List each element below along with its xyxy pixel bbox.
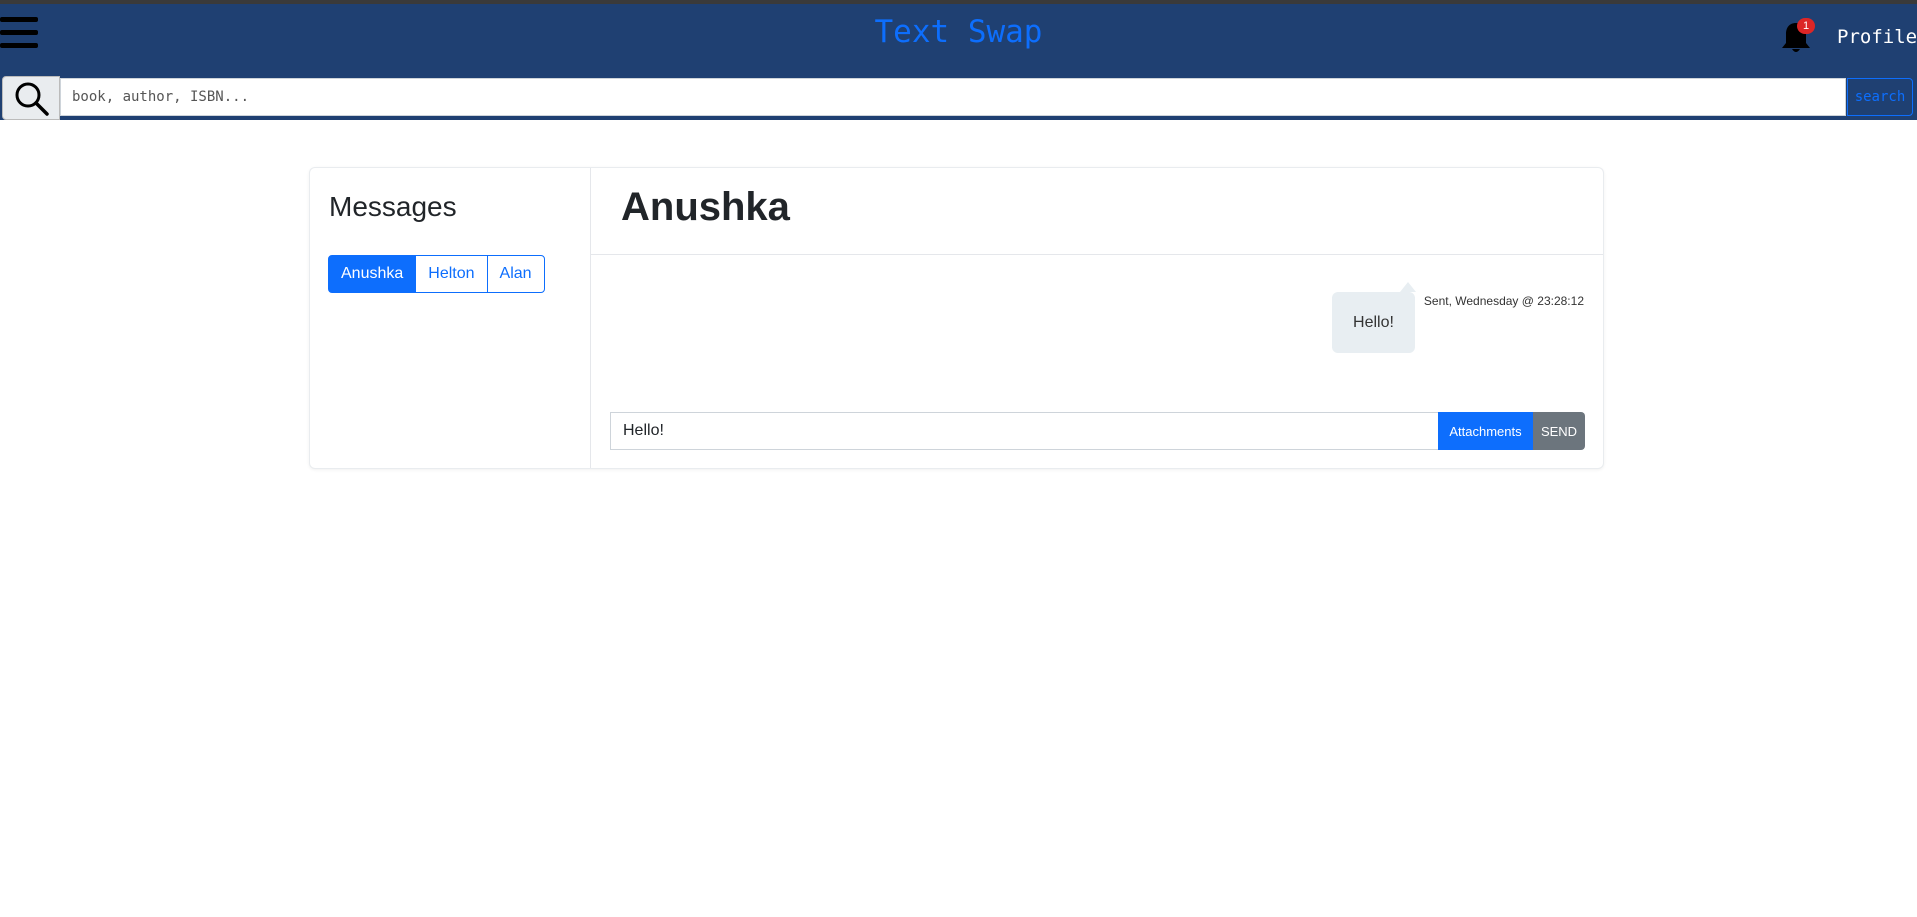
notification-bell[interactable]: 1: [1779, 18, 1815, 56]
messages-card: Messages Anushka Helton Alan Anushka Hel…: [309, 167, 1604, 469]
contact-list: Anushka Helton Alan: [328, 255, 545, 293]
search-submit-button[interactable]: search: [1847, 78, 1913, 116]
message-timestamp: Sent, Wednesday @ 23:28:12: [1423, 294, 1584, 308]
contact-helton[interactable]: Helton: [415, 255, 488, 293]
contact-alan[interactable]: Alan: [486, 255, 545, 293]
attachments-button[interactable]: Attachments: [1438, 412, 1533, 450]
contact-anushka[interactable]: Anushka: [328, 255, 417, 293]
messages-sidebar: Messages Anushka Helton Alan: [310, 168, 591, 468]
brand-title[interactable]: Text Swap: [875, 14, 1043, 50]
message-text: Hello!: [1353, 314, 1394, 331]
messages-heading: Messages: [329, 191, 457, 222]
chat-header: Anushka: [591, 168, 1603, 255]
search-bar: search: [0, 76, 1917, 120]
notification-badge: 1: [1797, 18, 1815, 34]
message-input[interactable]: [610, 412, 1438, 450]
top-navbar: Text Swap 1 Profile search: [0, 4, 1917, 120]
search-icon-button[interactable]: [2, 76, 60, 120]
search-input[interactable]: [60, 78, 1846, 116]
chat-panel: Anushka Hello! Sent, Wednesday @ 23:28:1…: [591, 168, 1603, 468]
brand-title-wrap: Text Swap: [0, 14, 1917, 50]
magnifier-icon: [15, 82, 49, 116]
bubble-tail: [1400, 282, 1416, 292]
send-button[interactable]: SEND: [1533, 412, 1585, 450]
message-bubble: Hello!: [1332, 282, 1416, 353]
chat-recipient-name: Anushka: [621, 185, 790, 229]
profile-link[interactable]: Profile: [1837, 26, 1917, 48]
hamburger-icon[interactable]: [0, 16, 38, 50]
message-composer: Attachments SEND: [610, 412, 1585, 450]
